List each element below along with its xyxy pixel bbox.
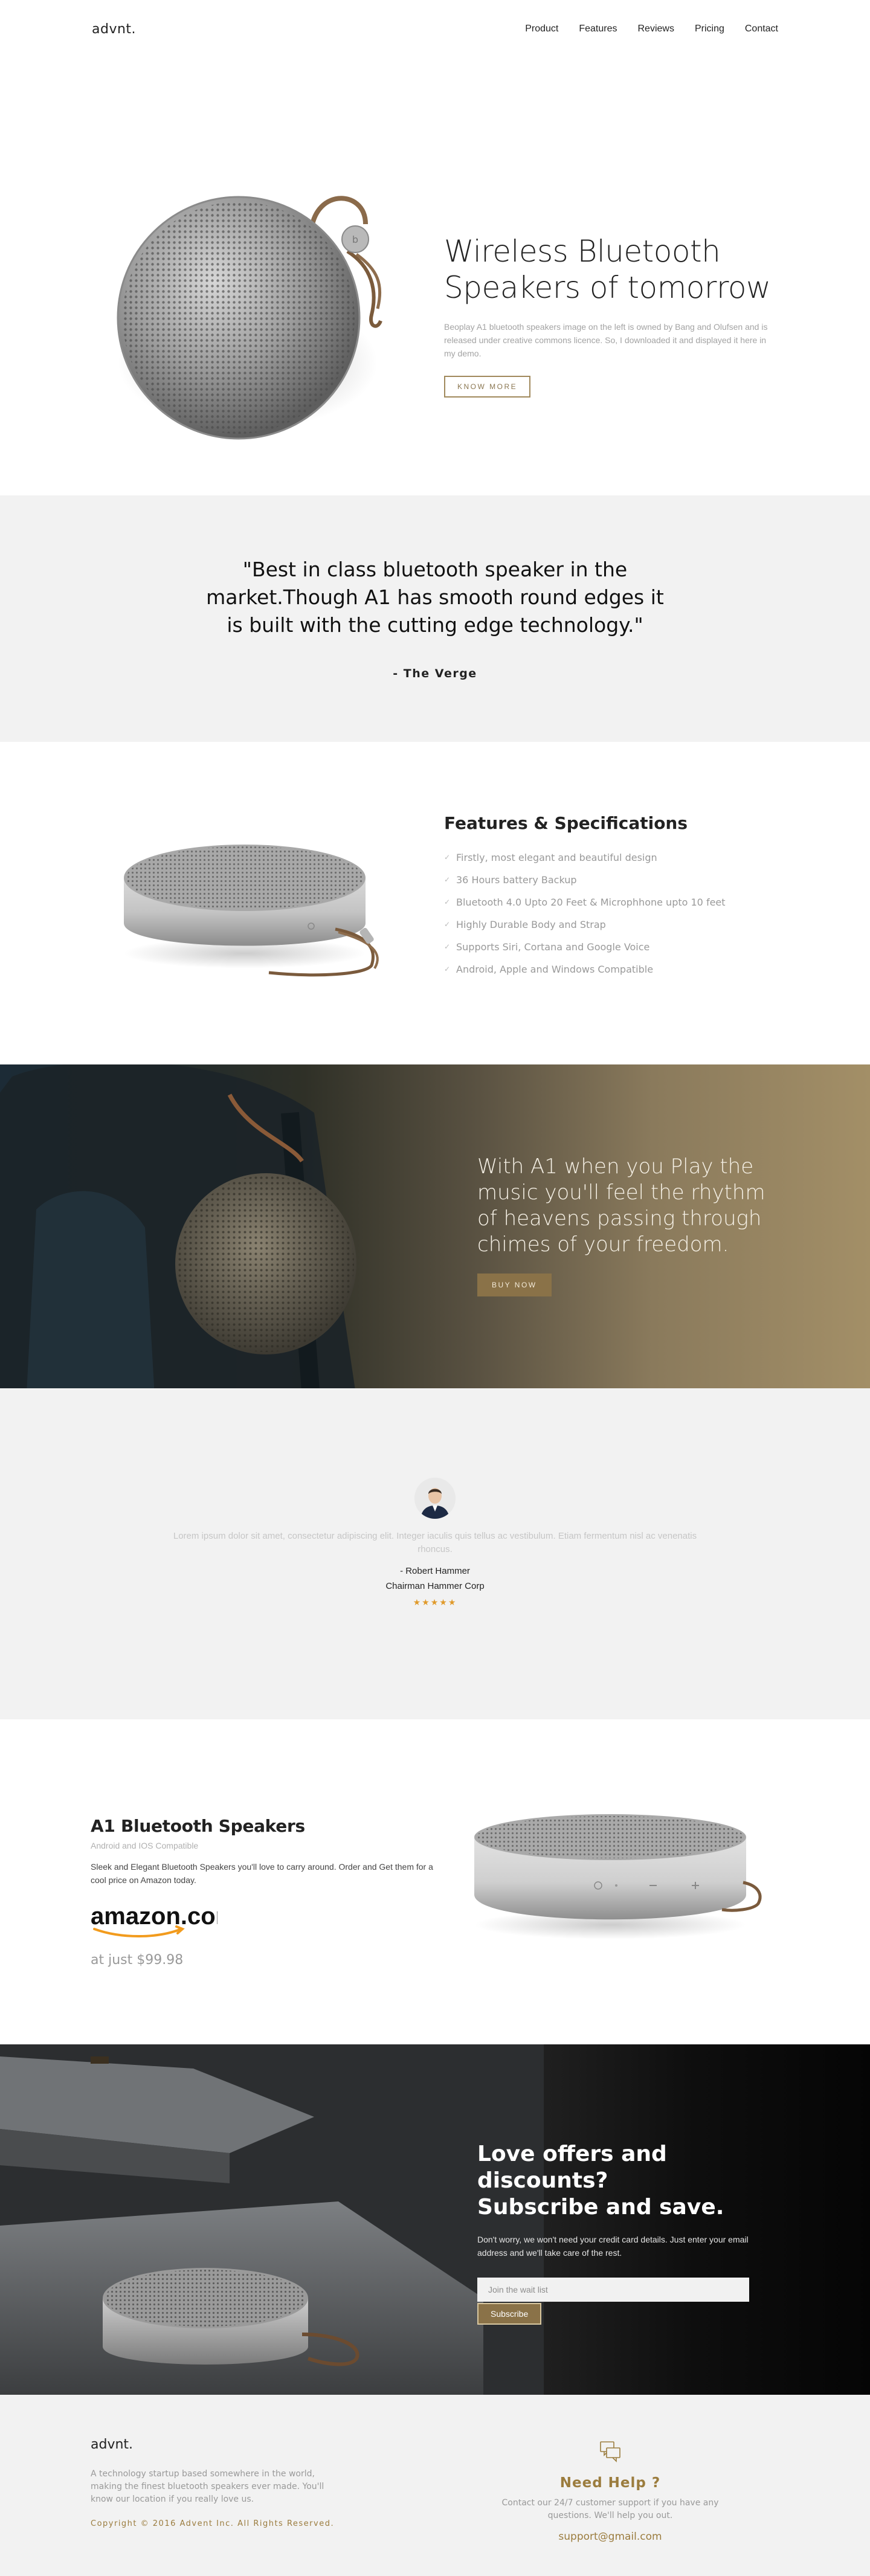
avatar	[414, 1478, 456, 1519]
feature-item: ✓ Bluetooth 4.0 Upto 20 Feet & Microphhon…	[444, 891, 726, 913]
help-description: Contact our 24/7 customer support if you…	[501, 2498, 719, 2520]
check-icon: ✓	[444, 898, 451, 906]
product-description: Sleek and Elegant Bluetooth Speakers you…	[91, 1862, 433, 1885]
landing-page: advnt. Product Features Reviews Pricing …	[0, 0, 870, 2576]
feature-item-text: Android, Apple and Windows Compatible	[456, 964, 654, 975]
check-icon: ✓	[444, 965, 451, 973]
hero-section: b Wireless Bluetooth Speakers of tomorro…	[0, 58, 870, 495]
hero-speaker-image: b	[117, 196, 382, 440]
hero-title-line1: Wireless Bluetooth	[444, 234, 721, 269]
amazon-logo-text: amazon.com	[91, 1903, 218, 1930]
help-title: Need Help ?	[559, 2475, 661, 2491]
feature-item: ✓ Android, Apple and Windows Compatible	[444, 958, 726, 980]
footer-logo[interactable]: advnt.	[91, 2437, 344, 2452]
footer-description: A technology startup based somewhere in …	[91, 2469, 324, 2504]
hero-description: Beoplay A1 bluetooth speakers image on t…	[444, 322, 768, 358]
nav-link-contact[interactable]: Contact	[745, 24, 778, 34]
subscribe-section: Love offers and discounts? Subscribe and…	[0, 2044, 870, 2395]
nav-link-product[interactable]: Product	[525, 24, 558, 34]
know-more-button[interactable]: KNOW MORE	[444, 376, 531, 398]
features-speaker-image	[124, 845, 379, 977]
product-price: at just $99.98	[91, 1953, 184, 1968]
features-list: ✓ Firstly, most elegant and beautiful des…	[444, 846, 726, 980]
subscribe-speaker-photo	[0, 2044, 544, 2395]
testimonial-role: Chairman Hammer Corp	[385, 1581, 485, 1591]
testimonial-section: Lorem ipsum dolor sit amet, consectetur …	[0, 1388, 870, 1719]
nav-link-pricing[interactable]: Pricing	[695, 24, 724, 34]
support-email-link[interactable]: support@gmail.com	[489, 2531, 731, 2543]
backpack-speaker-photo	[0, 1064, 356, 1388]
product-subtitle: Android and IOS Compatible	[91, 1841, 199, 1850]
features-section: Features & Specifications ✓ Firstly, most…	[0, 742, 870, 1064]
feature-item: ✓ Highly Durable Body and Strap	[444, 913, 726, 936]
footer-help: Need Help ? Contact our 24/7 customer su…	[489, 2439, 731, 2543]
check-icon: ✓	[444, 942, 451, 951]
buy-now-button[interactable]: BUY NOW	[477, 1274, 552, 1296]
feature-item-text: Bluetooth 4.0 Upto 20 Feet & Microphhone…	[456, 897, 726, 908]
footer-copyright: Copyright © 2016 Advent Inc. All Rights …	[91, 2519, 335, 2528]
lifestyle-banner: With A1 when you Play the music you'll f…	[0, 1064, 870, 1388]
product-title: A1 Bluetooth Speakers	[91, 1816, 305, 1836]
svg-text:b: b	[352, 234, 358, 245]
banner-tagline: With A1 when you Play the music you'll f…	[477, 1154, 765, 1257]
press-quote-text: "Best in class bluetooth speaker in the …	[206, 558, 664, 637]
product-section: A1 Bluetooth Speakers Android and IOS Co…	[0, 1719, 870, 2044]
feature-item-text: Supports Siri, Cortana and Google Voice	[456, 941, 650, 953]
nav-link-reviews[interactable]: Reviews	[637, 24, 674, 34]
hero-title: Wireless Bluetooth Speakers of tomorrow	[444, 233, 782, 306]
amazon-logo[interactable]: amazon.com	[91, 1902, 237, 1939]
feature-item: ✓ Supports Siri, Cortana and Google Voice	[444, 936, 726, 958]
hero-title-line2: Speakers of tomorrow	[444, 270, 771, 305]
product-text-block: A1 Bluetooth Speakers Android and IOS Co…	[91, 1816, 435, 1968]
check-icon: ✓	[444, 853, 451, 861]
banner-text-block: With A1 when you Play the music you'll f…	[477, 1154, 791, 1296]
top-navigation: advnt. Product Features Reviews Pricing …	[0, 0, 870, 58]
hero-text-block: Wireless Bluetooth Speakers of tomorrow …	[444, 233, 782, 398]
feature-item: ✓ 36 Hours battery Backup	[444, 869, 726, 891]
chat-bubbles-icon	[600, 2441, 620, 2462]
footer-about: advnt. A technology startup based somewh…	[91, 2437, 344, 2528]
person-icon	[414, 1478, 456, 1519]
feature-item-text: Highly Durable Body and Strap	[456, 919, 606, 930]
subscribe-button[interactable]: Subscribe	[477, 2303, 542, 2325]
feature-item-text: 36 Hours battery Backup	[456, 874, 577, 886]
features-title: Features & Specifications	[444, 813, 688, 833]
star-rating: ★★★★★	[413, 1597, 457, 1607]
subscribe-title-line1: Love offers and discounts?	[477, 2142, 667, 2193]
features-text-block: Features & Specifications ✓ Firstly, most…	[444, 813, 726, 980]
press-quote-section: "Best in class bluetooth speaker in the …	[0, 495, 870, 742]
press-quote-source: - The Verge	[393, 667, 477, 680]
nav-link-features[interactable]: Features	[579, 24, 617, 34]
logo[interactable]: advnt.	[92, 22, 136, 37]
check-icon: ✓	[444, 920, 451, 929]
email-field[interactable]	[477, 2278, 749, 2302]
subscribe-text-block: Love offers and discounts? Subscribe and…	[477, 2141, 791, 2325]
nav-links: Product Features Reviews Pricing Contact	[525, 24, 778, 34]
testimonial-author: - Robert Hammer	[400, 1566, 470, 1576]
feature-item-text: Firstly, most elegant and beautiful desi…	[456, 852, 657, 863]
subscribe-title-line2: Subscribe and save.	[477, 2195, 724, 2220]
subscribe-description: Don't worry, we won't need your credit c…	[477, 2235, 749, 2258]
footer: advnt. A technology startup based somewh…	[0, 2395, 870, 2576]
feature-item: ✓ Firstly, most elegant and beautiful des…	[444, 846, 726, 869]
product-speaker-image	[474, 1814, 762, 1939]
check-icon: ✓	[444, 875, 451, 884]
testimonial-text: Lorem ipsum dolor sit amet, consectetur …	[173, 1531, 697, 1554]
subscribe-title: Love offers and discounts? Subscribe and…	[477, 2141, 791, 2221]
